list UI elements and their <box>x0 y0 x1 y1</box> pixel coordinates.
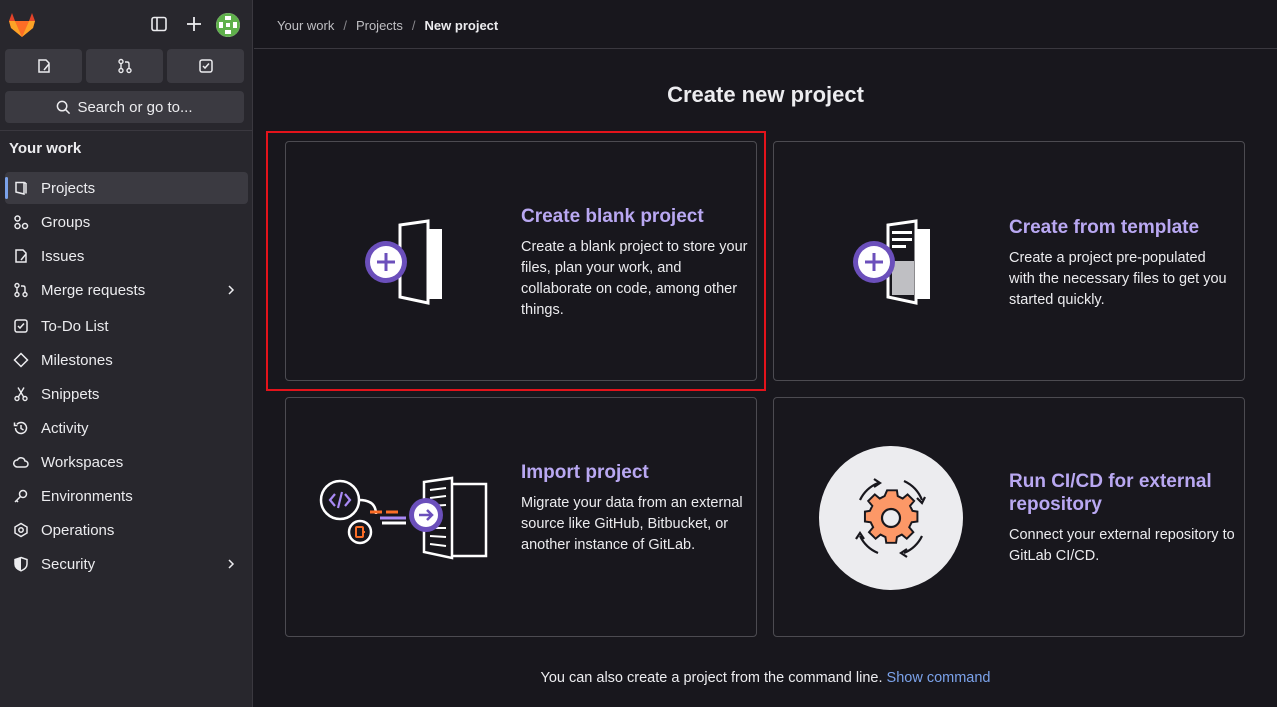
todo-icon <box>14 319 28 333</box>
breadcrumb-your-work[interactable]: Your work <box>277 18 334 33</box>
selection-highlight <box>266 131 766 391</box>
shield-icon <box>14 556 28 572</box>
show-command-link[interactable]: Show command <box>887 670 991 686</box>
sidebar-item-label: Groups <box>41 213 91 231</box>
sidebar-header <box>0 0 253 48</box>
sidebar-item-label: Projects <box>41 179 96 197</box>
sidebar-item-label: Security <box>41 555 96 573</box>
chevron-right-icon <box>228 285 235 295</box>
issues-icon <box>15 249 27 263</box>
sidebar-item-environments[interactable]: Environments <box>5 480 248 512</box>
cicd-illustration-icon <box>819 446 963 590</box>
sidebar-item-milestones[interactable]: Milestones <box>5 344 248 376</box>
sidebar-item-projects[interactable]: Projects <box>5 172 248 204</box>
plus-icon[interactable] <box>184 14 204 34</box>
sidebar-item-label: To-Do List <box>41 317 109 335</box>
issues-icon <box>37 59 50 73</box>
avatar-pattern-icon <box>216 13 240 37</box>
sidebar-item-workspaces[interactable]: Workspaces <box>5 446 248 478</box>
sidebar-item-label: Activity <box>41 419 89 437</box>
import-project-card[interactable]: Import project Migrate your data from an… <box>285 397 757 637</box>
template-project-illustration-icon <box>853 219 930 305</box>
todos-counter-button[interactable] <box>167 49 244 83</box>
command-line-hint: You can also create a project from the c… <box>254 670 1277 686</box>
sidebar-item-activity[interactable]: Activity <box>5 412 248 444</box>
breadcrumb-separator: / <box>411 18 416 33</box>
breadcrumb-projects[interactable]: Projects <box>356 18 403 33</box>
snippet-icon <box>14 387 28 402</box>
milestone-icon <box>13 352 29 368</box>
cloud-icon <box>13 457 29 468</box>
import-project-illustration-icon <box>319 476 488 560</box>
chevron-right-icon <box>228 559 235 569</box>
sidebar-item-security[interactable]: Security <box>5 548 248 580</box>
top-bar: Your work / Projects / New project <box>254 0 1277 49</box>
sidebar-item-label: Workspaces <box>41 453 124 471</box>
todo-icon <box>198 59 213 73</box>
sidebar-divider <box>0 130 253 131</box>
sidebar-item-label: Operations <box>41 521 115 539</box>
merge-requests-counter-button[interactable] <box>86 49 163 83</box>
environment-icon <box>14 489 28 503</box>
merge-request-icon <box>14 282 28 298</box>
sidebar-item-todo-list[interactable]: To-Do List <box>5 310 248 342</box>
sidebar: Search or go to... Your work Projects Gr… <box>0 0 253 707</box>
card-title: Import project <box>521 462 649 483</box>
history-icon <box>13 421 28 435</box>
group-icon <box>14 215 29 230</box>
search-icon <box>57 100 71 114</box>
sidebar-item-issues[interactable]: Issues <box>5 240 248 272</box>
sidebar-item-label: Issues <box>41 247 85 265</box>
create-from-template-card[interactable]: Create from template Create a project pr… <box>773 141 1245 381</box>
gitlab-logo-icon[interactable] <box>8 12 36 38</box>
merge-request-icon <box>117 58 132 74</box>
sidebar-item-label: Merge requests <box>41 281 146 299</box>
sidebar-counters <box>5 49 245 83</box>
card-title: Create from template <box>1009 217 1200 238</box>
sidebar-item-label: Environments <box>41 487 133 505</box>
page-title: Create new project <box>667 82 864 107</box>
sidebar-item-label: Milestones <box>41 351 113 369</box>
breadcrumb: Your work / Projects / New project <box>277 18 498 33</box>
command-line-hint-text: You can also create a project from the c… <box>540 670 883 686</box>
deployments-icon <box>14 522 28 538</box>
sidebar-item-groups[interactable]: Groups <box>5 206 248 238</box>
sidebar-item-label: Snippets <box>41 385 100 403</box>
avatar[interactable] <box>216 13 240 37</box>
card-description: Create a project pre-populated with the … <box>1009 250 1227 308</box>
sidebar-item-merge-requests[interactable]: Merge requests <box>5 274 248 306</box>
sidebar-section-title: Your work <box>9 140 82 157</box>
card-description: Migrate your data from an external sourc… <box>521 495 743 553</box>
issues-counter-button[interactable] <box>5 49 82 83</box>
sidebar-toggle-icon[interactable] <box>150 15 168 33</box>
search-button[interactable]: Search or go to... <box>5 91 244 123</box>
search-button-label: Search or go to... <box>77 98 193 116</box>
run-cicd-external-repo-card[interactable]: Run CI/CD for external repository Connec… <box>773 397 1245 637</box>
sidebar-item-operations[interactable]: Operations <box>5 514 248 546</box>
breadcrumb-new-project[interactable]: New project <box>425 18 499 33</box>
card-description: Connect your external repository to GitL… <box>1009 527 1235 564</box>
breadcrumb-separator: / <box>343 18 347 33</box>
sidebar-item-snippets[interactable]: Snippets <box>5 378 248 410</box>
card-title: Run CI/CD for external repository <box>1009 471 1212 515</box>
project-icon <box>15 181 27 195</box>
